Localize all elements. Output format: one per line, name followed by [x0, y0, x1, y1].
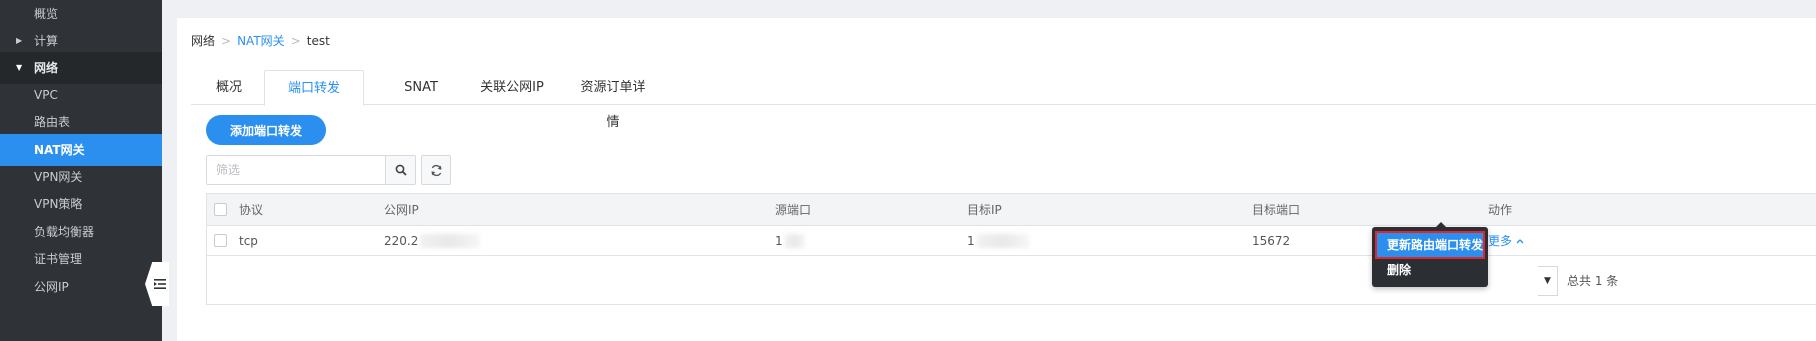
table-footer: ▼ 总共 1 条 [207, 256, 1816, 304]
sidebar-item-label: 证书管理 [34, 252, 83, 266]
cell-public-ip: 220.2 [384, 226, 481, 255]
sidebar-item-public-ip[interactable]: 公网IP [0, 271, 162, 303]
sidebar-item-label: VPN策略 [34, 197, 83, 211]
redacted-mask [976, 233, 1029, 248]
tab-associated-public-ip[interactable]: 关联公网IP [479, 70, 545, 105]
tab-port-forwarding[interactable]: 端口转发 [264, 70, 364, 106]
header-action: 动作 [1488, 203, 1513, 217]
tab-resource-order-details[interactable]: 资源订单详情 [575, 70, 651, 130]
page-size-select[interactable]: ▼ [1538, 266, 1558, 296]
sidebar-item-label: 概览 [34, 7, 59, 21]
sidebar-item-label: 网络 [34, 61, 59, 75]
filter-box [206, 155, 416, 185]
select-all-checkbox[interactable] [214, 203, 227, 216]
more-actions-link[interactable]: 更多 [1488, 232, 1524, 249]
row-checkbox[interactable] [214, 234, 227, 247]
tab-bar: 概况 端口转发 SNAT 关联公网IP 资源订单详情 [191, 70, 1816, 130]
collapse-icon [154, 279, 166, 289]
refresh-icon [431, 164, 441, 176]
cell-target-ip-value: 1 [967, 233, 975, 248]
redacted-mask [784, 233, 805, 248]
header-protocol: 协议 [239, 203, 264, 217]
more-actions-label: 更多 [1488, 234, 1513, 248]
main-panel: 网络 > NAT网关 > test 概况 端口转发 SNAT 关联公网IP 资源… [177, 18, 1816, 341]
sidebar-item-label: 负载均衡器 [34, 225, 95, 239]
port-forwarding-table: 协议 公网IP 源端口 目标IP 目标端口 动作 tcp 220.2 1 1 1… [206, 193, 1816, 305]
filter-input[interactable] [207, 156, 385, 184]
header-source-port: 源端口 [775, 203, 812, 217]
search-icon [395, 164, 407, 176]
update-route-port-forwarding-menu-item[interactable]: 更新路由端口转发 [1375, 231, 1485, 259]
breadcrumb: 网络 > NAT网关 > test [191, 32, 330, 49]
header-public-ip: 公网IP [384, 203, 419, 217]
sidebar: 概览 ▶ 计算 ▼ 网络 VPC 路由表 NAT网关 VPN网关 VPN策略 负… [0, 0, 162, 341]
tab-overview[interactable]: 概况 [191, 70, 267, 105]
table-header: 协议 公网IP 源端口 目标IP 目标端口 动作 [207, 194, 1816, 226]
breadcrumb-nat-gateway[interactable]: NAT网关 [237, 32, 285, 49]
redacted-mask [420, 233, 481, 248]
cell-source-port-value: 1 [775, 233, 783, 248]
tab-snat[interactable]: SNAT [396, 70, 446, 105]
breadcrumb-current: test [306, 33, 330, 48]
breadcrumb-separator: > [221, 33, 232, 48]
delete-menu-item[interactable]: 删除 [1377, 258, 1483, 282]
search-button[interactable] [385, 156, 415, 184]
more-actions-menu: 更新路由端口转发 删除 [1372, 222, 1488, 287]
header-target-ip: 目标IP [967, 203, 1002, 217]
cell-target-port: 15672 [1252, 233, 1291, 248]
add-port-forwarding-button[interactable]: 添加端口转发 [206, 115, 326, 145]
table-row: tcp 220.2 1 1 15672 更多 [207, 226, 1816, 256]
chevron-up-icon [1516, 238, 1524, 243]
header-target-port: 目标端口 [1252, 203, 1301, 217]
sidebar-item-label: VPN网关 [34, 170, 83, 184]
cell-protocol: tcp [239, 233, 258, 248]
total-count: 总共 1 条 [1567, 274, 1619, 288]
cell-target-ip: 1 [967, 226, 1029, 255]
sidebar-item-label: 计算 [34, 34, 59, 48]
caret-down-icon: ▼ [1544, 276, 1551, 286]
sidebar-item-label: VPC [34, 88, 58, 102]
breadcrumb-root[interactable]: 网络 [191, 32, 215, 49]
breadcrumb-separator: > [290, 33, 301, 48]
refresh-button[interactable] [421, 155, 451, 185]
cell-public-ip-value: 220.2 [384, 233, 419, 248]
sidebar-item-label: 公网IP [34, 280, 69, 294]
cell-source-port: 1 [775, 226, 805, 255]
sidebar-item-label: NAT网关 [34, 143, 85, 157]
sidebar-item-label: 路由表 [34, 115, 71, 129]
